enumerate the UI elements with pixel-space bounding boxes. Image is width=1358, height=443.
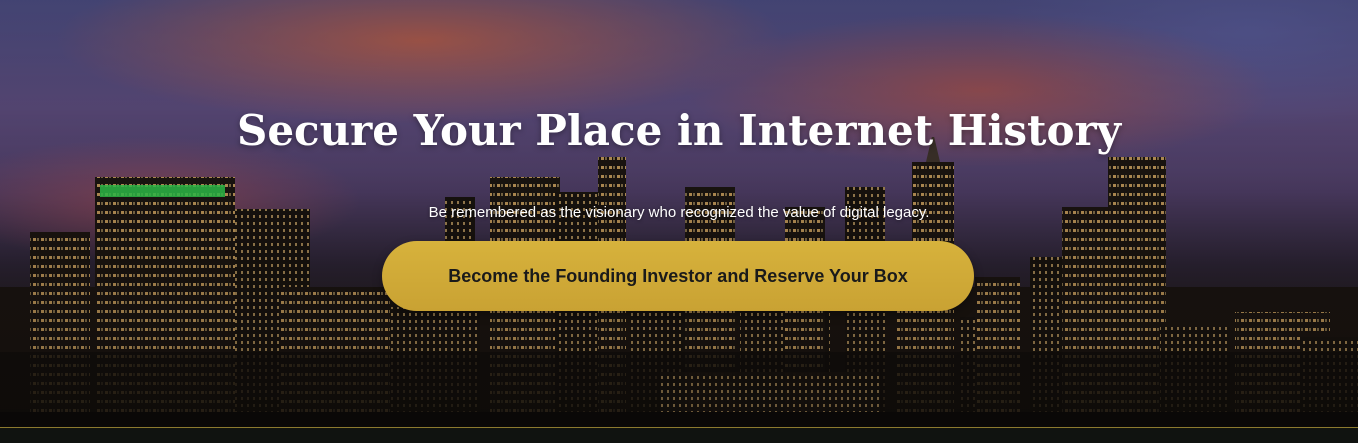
- reserve-box-button[interactable]: Become the Founding Investor and Reserve…: [382, 241, 974, 311]
- hero-title: Secure Your Place in Internet History: [237, 106, 1121, 155]
- hero-section: Secure Your Place in Internet History Be…: [0, 0, 1358, 427]
- hero-subtitle: Be remembered as the visionary who recog…: [428, 204, 930, 221]
- footer-divider: [0, 427, 1358, 443]
